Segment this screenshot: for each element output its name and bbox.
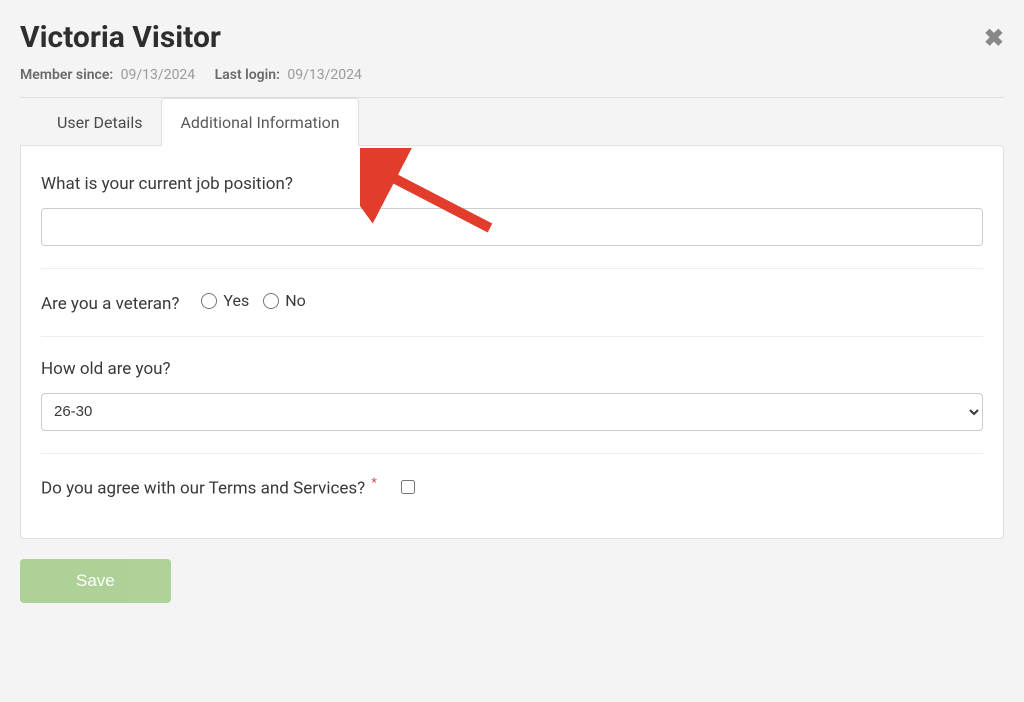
veteran-yes-label: Yes (223, 291, 249, 310)
tabs: User Details Additional Information (20, 98, 1004, 146)
job-position-input[interactable] (41, 208, 983, 246)
member-since-label: Member since: (20, 67, 113, 83)
veteran-radio-no[interactable]: No (263, 291, 306, 310)
save-button[interactable]: Save (20, 559, 171, 603)
terms-label: Do you agree with our Terms and Services… (41, 478, 365, 498)
veteran-label: Are you a veteran? (41, 294, 179, 314)
veteran-radio-group: Yes No (201, 291, 305, 310)
member-since-value: 09/13/2024 (121, 67, 196, 83)
veteran-radio-yes-input[interactable] (201, 293, 217, 309)
field-age: How old are you? 26-30 (41, 359, 983, 454)
veteran-radio-yes[interactable]: Yes (201, 291, 249, 310)
job-position-label: What is your current job position? (41, 174, 983, 194)
close-icon[interactable]: ✖ (984, 24, 1004, 52)
age-select[interactable]: 26-30 (41, 393, 983, 431)
terms-checkbox[interactable] (401, 480, 415, 494)
required-mark: * (371, 476, 377, 491)
field-terms: Do you agree with our Terms and Services… (41, 476, 983, 498)
last-login-value: 09/13/2024 (287, 67, 362, 83)
veteran-radio-no-input[interactable] (263, 293, 279, 309)
form-panel: What is your current job position? Are y… (20, 145, 1004, 539)
tab-user-details[interactable]: User Details (38, 98, 161, 146)
age-label: How old are you? (41, 359, 983, 379)
page-title: Victoria Visitor (20, 20, 1004, 55)
header: Victoria Visitor Member since: 09/13/202… (20, 20, 1004, 83)
field-veteran: Are you a veteran? Yes No (41, 291, 983, 337)
meta-info: Member since: 09/13/2024 Last login: 09/… (20, 67, 1004, 83)
field-job-position: What is your current job position? (41, 174, 983, 269)
last-login-label: Last login: (215, 67, 280, 83)
veteran-no-label: No (285, 291, 306, 310)
tab-additional-information[interactable]: Additional Information (161, 98, 358, 146)
terms-label-wrap: Do you agree with our Terms and Services… (41, 476, 377, 498)
